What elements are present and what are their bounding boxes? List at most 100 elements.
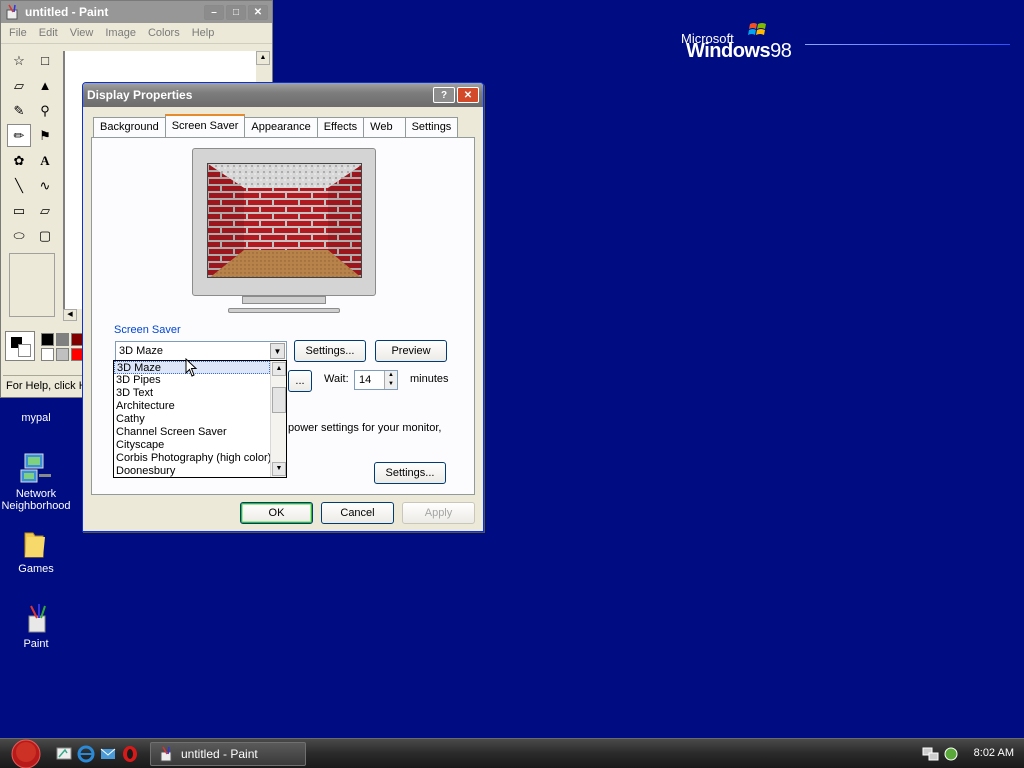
paint-titlebar[interactable]: untitled - Paint – □ ✕ <box>1 1 272 23</box>
maze-preview-image <box>208 164 361 277</box>
ellipse-icon[interactable]: ⬭ <box>7 224 31 247</box>
dialog-tabs: Background Screen Saver Appearance Effec… <box>93 114 459 137</box>
taskbar: untitled - Paint 8:02 AM <box>0 738 1024 768</box>
airbrush-icon[interactable]: ✿ <box>7 149 31 172</box>
logo-line <box>805 44 1010 45</box>
eraser-icon[interactable]: ▱ <box>7 74 31 97</box>
dropdown-item-channel-screen-saver[interactable]: Channel Screen Saver <box>114 426 270 439</box>
swatch-gray[interactable] <box>56 333 69 346</box>
volume-tray-icon[interactable] <box>942 745 960 763</box>
dialog-help-button[interactable]: ? <box>433 87 455 103</box>
windows-flag-icon <box>748 23 766 35</box>
pencil-icon[interactable]: ✏ <box>7 124 31 147</box>
rect-select-icon[interactable]: □ <box>33 49 57 72</box>
wait-label: Wait: <box>324 373 349 385</box>
dropdown-item-cityscape[interactable]: Cityscape <box>114 439 270 452</box>
swatch-white[interactable] <box>41 348 54 361</box>
scroll-left-icon[interactable]: ◀ <box>63 309 77 321</box>
outlook-express-icon[interactable] <box>99 745 117 763</box>
paint-minimize-button[interactable]: – <box>204 4 224 20</box>
desktop-icon-network-neighborhood[interactable]: Network Neighborhood <box>0 452 72 512</box>
power-settings-button[interactable]: Settings... <box>374 462 446 484</box>
color-picker-icon[interactable]: ✎ <box>7 99 31 122</box>
tab-appearance[interactable]: Appearance <box>244 117 318 137</box>
dialog-close-button[interactable]: ✕ <box>457 87 479 103</box>
network-tray-icon[interactable] <box>922 745 940 763</box>
scroll-thumb[interactable] <box>272 387 286 413</box>
spinner-arrows-icon[interactable]: ▲ ▼ <box>384 371 397 389</box>
tab-background[interactable]: Background <box>93 117 166 137</box>
dropdown-item-architecture[interactable]: Architecture <box>114 400 270 413</box>
dialog-titlebar[interactable]: Display Properties ? ✕ <box>83 83 483 107</box>
rectangle-icon[interactable]: ▭ <box>7 199 31 222</box>
taskbar-clock: 8:02 AM <box>973 747 1014 759</box>
dropdown-item-cathy[interactable]: Cathy <box>114 413 270 426</box>
paint-menu-edit[interactable]: Edit <box>39 27 58 39</box>
paint-app-icon <box>19 602 53 636</box>
paint-close-button[interactable]: ✕ <box>248 4 268 20</box>
screen-saver-label: Screen Saver <box>114 324 181 336</box>
brush-icon[interactable]: ⚑ <box>33 124 57 147</box>
paint-menu-file[interactable]: File <box>9 27 27 39</box>
tab-effects[interactable]: Effects <box>316 117 365 137</box>
desktop-icon-network-label: Network Neighborhood <box>1 488 71 512</box>
desktop-icon-mypal-label: mypal <box>21 412 51 424</box>
taskbar-button-paint[interactable]: untitled - Paint <box>150 742 306 766</box>
internet-explorer-icon[interactable] <box>77 745 95 763</box>
paint-menu-colors[interactable]: Colors <box>148 27 180 39</box>
preview-monitor <box>192 148 376 318</box>
monitor-neck <box>242 296 326 304</box>
scroll-up-icon[interactable]: ▲ <box>256 51 270 65</box>
wait-spinner[interactable]: 14 ▲ ▼ <box>354 370 398 390</box>
paint-menu-view[interactable]: View <box>70 27 94 39</box>
polygon-icon[interactable]: ▱ <box>33 199 57 222</box>
paint-title: untitled - Paint <box>25 5 109 19</box>
desktop-icon-paint[interactable]: Paint <box>0 602 72 650</box>
paint-menu-help[interactable]: Help <box>192 27 215 39</box>
rounded-rect-icon[interactable]: ▢ <box>33 224 57 247</box>
paint-menubar: File Edit View Image Colors Help <box>1 23 272 44</box>
start-button[interactable] <box>4 739 44 768</box>
monitor-base <box>228 308 340 313</box>
chevron-down-icon[interactable]: ▼ <box>270 343 285 359</box>
dropdown-item-doonesbury[interactable]: Doonesbury <box>114 465 270 478</box>
tab-web[interactable]: Web <box>363 117 406 137</box>
desktop-icon-games[interactable]: Games <box>0 527 72 575</box>
monitor-bezel <box>192 148 376 296</box>
screen-saver-combo[interactable]: 3D Maze ▼ <box>115 341 287 361</box>
current-colors[interactable] <box>5 331 35 361</box>
password-change-button[interactable]: ... <box>288 370 312 392</box>
dropdown-item-3d-text[interactable]: 3D Text <box>114 387 270 400</box>
fill-icon[interactable]: ▲ <box>33 74 57 97</box>
curve-icon[interactable]: ∿ <box>33 174 57 197</box>
desktop-icon-games-label: Games <box>18 563 54 575</box>
scroll-down-icon[interactable]: ▼ <box>272 462 286 476</box>
screen-saver-value: 3D Maze <box>119 345 164 357</box>
folder-icon <box>19 527 53 561</box>
opera-icon[interactable] <box>121 745 139 763</box>
ok-button[interactable]: OK <box>240 502 313 524</box>
dropdown-item-corbis-photography[interactable]: Corbis Photography (high color) <box>114 452 271 465</box>
free-select-icon[interactable]: ☆ <box>7 49 31 72</box>
text-tool-icon[interactable]: A <box>33 149 57 172</box>
swatch-silver[interactable] <box>56 348 69 361</box>
cancel-button[interactable]: Cancel <box>321 502 394 524</box>
apply-button[interactable]: Apply <box>402 502 475 524</box>
scroll-up-icon[interactable]: ▲ <box>272 362 286 376</box>
screen-saver-dropdown-list[interactable]: 3D Maze 3D Pipes 3D Text Architecture Ca… <box>113 360 287 478</box>
system-tray <box>922 745 960 763</box>
tab-settings[interactable]: Settings <box>404 117 459 137</box>
paint-maximize-button[interactable]: □ <box>226 4 246 20</box>
preview-button[interactable]: Preview <box>375 340 447 362</box>
line-icon[interactable]: ╲ <box>7 174 31 197</box>
dialog-title: Display Properties <box>87 88 193 102</box>
magnifier-icon[interactable]: ⚲ <box>33 99 57 122</box>
show-desktop-icon[interactable] <box>55 745 73 763</box>
screen-saver-settings-button[interactable]: Settings... <box>294 340 366 362</box>
tab-screen-saver[interactable]: Screen Saver <box>164 114 246 137</box>
dropdown-scrollbar[interactable]: ▲ ▼ <box>270 361 286 477</box>
paint-menu-image[interactable]: Image <box>105 27 136 39</box>
tool-options-box[interactable] <box>9 253 55 317</box>
maze-preview-screen <box>207 163 362 278</box>
swatch-black[interactable] <box>41 333 54 346</box>
